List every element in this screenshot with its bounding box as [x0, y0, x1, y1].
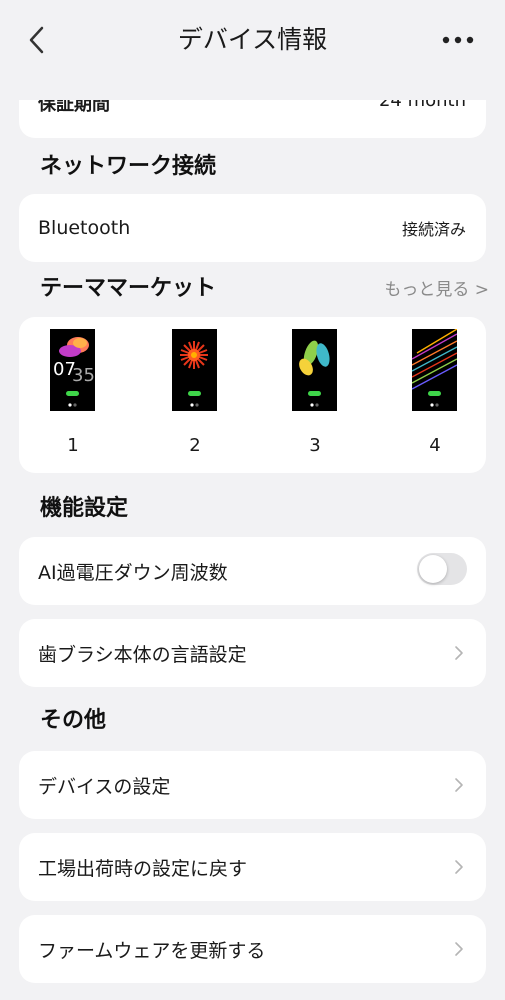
theme-item-2[interactable]: 2 — [160, 329, 230, 456]
chevron-right-icon — [455, 778, 463, 792]
ai-frequency-toggle[interactable] — [417, 553, 467, 585]
bluetooth-row[interactable]: Bluetooth 接続済み — [19, 194, 486, 262]
theme-thumbnail-4 — [412, 329, 457, 411]
bluetooth-status: 接続済み — [401, 220, 466, 239]
theme-item-4[interactable]: 4 — [400, 329, 470, 456]
toggle-knob — [419, 555, 447, 583]
factory-reset-row[interactable]: 工場出荷時の設定に戻す — [19, 833, 486, 901]
firmware-update-row[interactable]: ファームウェアを更新する — [19, 915, 486, 983]
ai-frequency-row: AI過電圧ダウン周波数 — [19, 537, 486, 605]
more-options-icon[interactable] — [441, 30, 475, 50]
factory-reset-label: 工場出荷時の設定に戻す — [38, 857, 248, 880]
language-settings-row[interactable]: 歯ブラシ本体の言語設定 — [19, 619, 486, 687]
theme-number-1: 1 — [67, 435, 79, 456]
theme-thumbnail-3 — [292, 329, 337, 411]
features-section-title: 機能設定 — [40, 496, 129, 521]
theme-section-title: テーママーケット — [40, 276, 217, 301]
chevron-right-icon — [455, 942, 463, 956]
network-section-title: ネットワーク接続 — [40, 154, 217, 179]
device-settings-label: デバイスの設定 — [38, 775, 171, 798]
firmware-update-label: ファームウェアを更新する — [38, 939, 266, 962]
header-bar: デバイス情報 — [0, 0, 505, 100]
ai-frequency-label: AI過電圧ダウン周波数 — [38, 561, 228, 584]
theme-item-1[interactable]: 07 35 1 — [38, 329, 108, 456]
theme-item-3[interactable]: 3 — [280, 329, 350, 456]
device-settings-row[interactable]: デバイスの設定 — [19, 751, 486, 819]
theme-number-2: 2 — [189, 435, 201, 456]
bluetooth-label: Bluetooth — [38, 217, 131, 239]
chevron-right-icon — [455, 646, 463, 660]
theme-number-3: 3 — [309, 435, 321, 456]
see-more-link[interactable]: もっと見る > — [384, 277, 489, 303]
other-section-title: その他 — [40, 708, 107, 733]
chevron-right-icon — [455, 860, 463, 874]
theme-thumbnail-1: 07 35 — [50, 329, 95, 411]
theme-thumbnail-2 — [172, 329, 217, 411]
page-title: デバイス情報 — [177, 25, 328, 54]
theme-1-clock-minute: 35 — [72, 365, 95, 386]
theme-card: 07 35 1 2 3 4 — [19, 317, 486, 473]
language-settings-label: 歯ブラシ本体の言語設定 — [38, 643, 247, 666]
theme-number-4: 4 — [429, 435, 441, 456]
